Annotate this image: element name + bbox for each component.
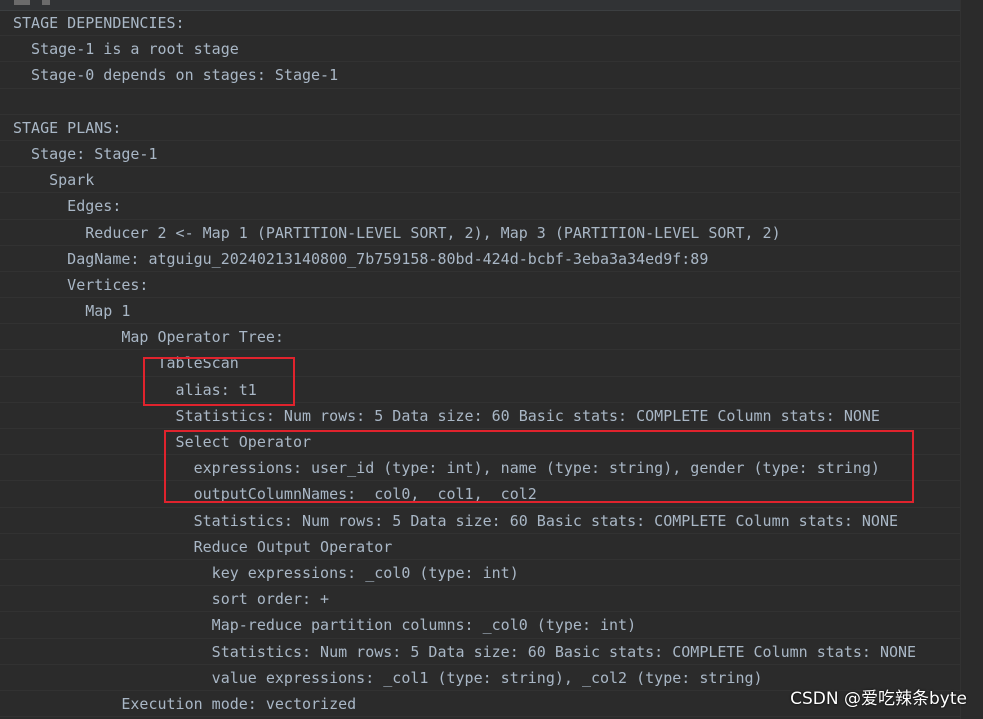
plan-line: key expressions: _col0 (type: int)	[0, 560, 960, 587]
plan-line: Stage: Stage-1	[0, 141, 960, 168]
plan-line: outputColumnNames: _col0, _col1, _col2	[0, 481, 960, 508]
plan-line: Map Operator Tree:	[0, 324, 960, 351]
plan-line: Statistics: Num rows: 5 Data size: 60 Ba…	[0, 639, 960, 665]
plan-line	[0, 89, 960, 115]
plan-line: Vertices:	[0, 272, 960, 299]
plan-line: Spark	[0, 167, 960, 194]
plan-line: TableScan	[0, 350, 960, 377]
plan-line: sort order: +	[0, 586, 960, 613]
plan-line: Edges:	[0, 193, 960, 220]
plan-line: Statistics: Num rows: 5 Data size: 60 Ba…	[0, 508, 960, 534]
plan-line: Select Operator	[0, 429, 960, 456]
plan-line: Map-reduce partition columns: _col0 (typ…	[0, 612, 960, 639]
plan-line: Map 1	[0, 298, 960, 325]
vertical-scrollbar[interactable]	[960, 0, 983, 719]
plan-line: Reduce Output Operator	[0, 534, 960, 560]
plan-line: DagName: atguigu_20240213140800_7b759158…	[0, 246, 960, 272]
csdn-watermark: CSDN @爱吃辣条byte	[790, 689, 967, 709]
toolbar-icon	[42, 0, 50, 5]
plan-line: alias: t1	[0, 377, 960, 403]
plan-line: expressions: user_id (type: int), name (…	[0, 455, 960, 482]
plan-line: Stage-0 depends on stages: Stage-1	[0, 62, 960, 89]
toolbar-icon	[14, 0, 30, 5]
plan-line: Stage-1 is a root stage	[0, 36, 960, 63]
plan-line: STAGE PLANS:	[0, 115, 960, 141]
query-plan-output-panel: STAGE DEPENDENCIES: Stage-1 is a root st…	[0, 0, 983, 719]
plan-line: STAGE DEPENDENCIES:	[0, 10, 960, 37]
plan-text-lines: STAGE DEPENDENCIES: Stage-1 is a root st…	[0, 10, 960, 718]
plan-line: Statistics: Num rows: 5 Data size: 60 Ba…	[0, 403, 960, 429]
plan-line: Reducer 2 <- Map 1 (PARTITION-LEVEL SORT…	[0, 220, 960, 246]
